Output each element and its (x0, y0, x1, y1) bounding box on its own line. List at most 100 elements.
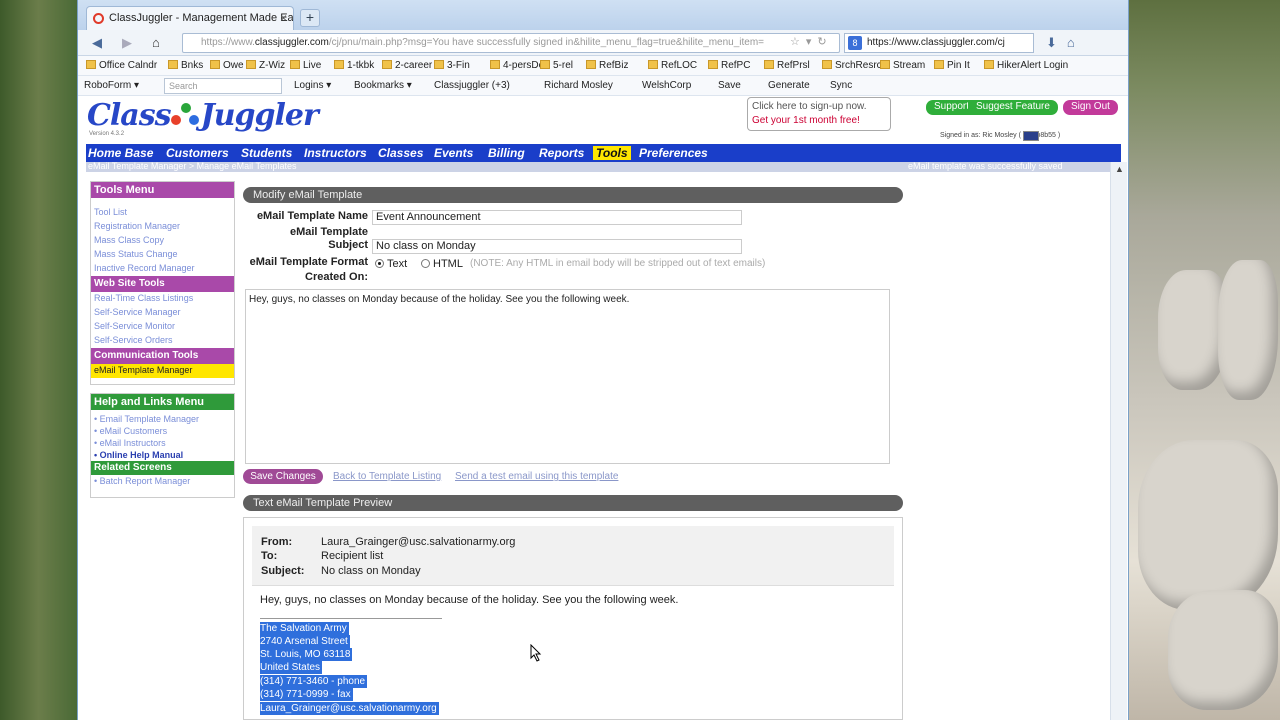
browser-tab[interactable]: ClassJuggler - Management Made Easy × (86, 6, 294, 30)
help-item-email-template-manager[interactable]: • Email Template Manager (91, 413, 234, 425)
signature-line[interactable]: 2740 Arsenal Street (260, 635, 350, 648)
sidebar-item-self-service-orders[interactable]: Self-Service Orders (91, 334, 234, 348)
sidebar-item-email-template-manager[interactable]: eMail Template Manager (91, 364, 234, 378)
sidebar-item-registration-manager[interactable]: Registration Manager (91, 220, 234, 234)
bookmark-item[interactable]: HikerAlert Login (984, 60, 1068, 71)
roboform-button[interactable]: RoboForm ▾ (84, 80, 139, 91)
search-text: https://www.classjuggler.com/cj (867, 37, 1005, 48)
back-to-listing-link[interactable]: Back to Template Listing (333, 471, 441, 482)
sync-button[interactable]: Sync (830, 80, 852, 91)
help-item-online-help-manual[interactable]: • Online Help Manual (91, 449, 234, 461)
menu-reports[interactable]: Reports (539, 146, 584, 160)
new-tab-button[interactable]: + (300, 9, 320, 27)
menu-customers[interactable]: Customers (166, 146, 229, 160)
menu-home-base[interactable]: Home Base (88, 146, 153, 160)
bookmark-label: Stream (893, 60, 926, 71)
signature-line[interactable]: St. Louis, MO 63118 (260, 648, 353, 661)
format-html-option[interactable]: HTML (421, 258, 463, 270)
search-box[interactable]: 8 https://www.classjuggler.com/cj (844, 33, 1034, 53)
menu-tools[interactable]: Tools (593, 146, 631, 160)
download-icon[interactable]: ⬇⌂ (1046, 35, 1085, 51)
scroll-up-icon[interactable]: ▲ (1115, 164, 1124, 174)
radio-selected-icon[interactable] (375, 259, 384, 268)
bookmark-item[interactable]: 2-career (382, 60, 432, 71)
bookmark-item[interactable]: Pin It (934, 60, 970, 71)
bookmark-item[interactable]: Office Calndr (86, 60, 157, 71)
bookmark-item[interactable]: SrchResrch (822, 60, 887, 71)
bookmark-item[interactable]: Z-Wiz (246, 60, 285, 71)
menu-students[interactable]: Students (241, 146, 292, 160)
generate-button[interactable]: Generate (768, 80, 810, 91)
signature-line[interactable]: United States (260, 661, 323, 674)
sidebar-item-class-listings[interactable]: Real-Time Class Listings (91, 292, 234, 306)
menu-preferences[interactable]: Preferences (639, 146, 708, 160)
format-text-option[interactable]: Text (375, 258, 407, 270)
richard-mosley-button[interactable]: Richard Mosley (544, 80, 613, 91)
back-arrow-icon[interactable]: ◀ (92, 35, 102, 51)
bookmark-item[interactable]: 1-tkbk (334, 60, 374, 71)
bookmarks-button[interactable]: Bookmarks ▾ (354, 80, 412, 91)
url-prefix: https://www. (201, 37, 255, 48)
sidebar-item-mass-status-change[interactable]: Mass Status Change (91, 248, 234, 262)
logins-button[interactable]: Logins ▾ (294, 80, 331, 91)
bookmark-item[interactable]: RefPrsl (764, 60, 810, 71)
home-page-icon[interactable]: ⌂ (152, 35, 160, 50)
bookmark-item[interactable]: RefBiz (586, 60, 628, 71)
folder-icon (490, 60, 500, 69)
sidebar-item-mass-class-copy[interactable]: Mass Class Copy (91, 234, 234, 248)
send-test-email-link[interactable]: Send a test email using this template (455, 471, 618, 482)
sign-out-button[interactable]: Sign Out (1063, 100, 1118, 115)
classjuggler-logo[interactable]: Class Juggler Version 4.3.2 (87, 98, 319, 137)
close-tab-icon[interactable]: × (280, 11, 287, 25)
bookmark-label: Live (303, 60, 322, 71)
format-text-label: Text (387, 258, 408, 270)
radio-unselected-icon[interactable] (421, 259, 430, 268)
menu-classes[interactable]: Classes (378, 146, 423, 160)
bookmark-item[interactable]: Live (290, 60, 321, 71)
folder-icon (648, 60, 658, 69)
bookmark-item[interactable]: Bnks (168, 60, 203, 71)
page-scrollbar[interactable]: ▲ (1110, 162, 1127, 720)
bookmark-item[interactable]: 5-rel (540, 60, 573, 71)
subject-input[interactable]: No class on Monday (372, 239, 742, 254)
help-item-email-instructors[interactable]: • eMail Instructors (91, 437, 234, 449)
sidebar-item-self-service-monitor[interactable]: Self-Service Monitor (91, 320, 234, 334)
sidebar-item-self-service-manager[interactable]: Self-Service Manager (91, 306, 234, 320)
promo-line-1: Click here to sign-up now. (752, 101, 867, 112)
save-changes-button[interactable]: Save Changes (243, 469, 323, 484)
menu-instructors[interactable]: Instructors (304, 146, 367, 160)
to-value: Recipient list (321, 550, 384, 562)
logo-text-class: Class (87, 98, 171, 133)
from-label: From: (261, 536, 293, 548)
bookmark-item[interactable]: RefLOC (648, 60, 697, 71)
help-item-email-customers[interactable]: • eMail Customers (91, 425, 234, 437)
signup-promo[interactable]: Click here to sign-up now. Get your 1st … (747, 97, 891, 131)
signature-line[interactable]: (314) 771-0999 - fax (260, 688, 353, 701)
bookmark-item[interactable]: RefPC (708, 60, 750, 71)
folder-icon (586, 60, 596, 69)
forward-arrow-icon[interactable]: ▶ (122, 35, 132, 51)
sidebar-item-tool-list[interactable]: Tool List (91, 206, 234, 220)
menu-billing[interactable]: Billing (488, 146, 525, 160)
classjuggler-button[interactable]: Classjuggler (+3) (434, 80, 510, 91)
signature-line[interactable]: The Salvation Army (260, 622, 349, 635)
welshcorp-button[interactable]: WelshCorp (642, 80, 691, 91)
url-bar[interactable]: https://www.classjuggler.com/cj/pnu/main… (182, 33, 840, 53)
bookmark-label: Z-Wiz (259, 60, 286, 71)
template-name-input[interactable]: Event Announcement (372, 210, 742, 225)
related-item-batch-report-manager[interactable]: • Batch Report Manager (91, 475, 234, 489)
bookmark-item[interactable]: Stream (880, 60, 925, 71)
signature-line[interactable]: Laura_Grainger@usc.salvationarmy.org (260, 702, 439, 715)
suggest-feature-button[interactable]: Suggest Feature (968, 100, 1058, 115)
bookmark-item[interactable]: 3-Fin (434, 60, 470, 71)
menu-events[interactable]: Events (434, 146, 473, 160)
rock (1138, 440, 1278, 610)
signature-line[interactable]: (314) 771-3460 - phone (260, 675, 368, 688)
bookmark-star-icon[interactable]: ☆▾↻ (790, 35, 833, 48)
bookmark-label: HikerAlert Login (997, 60, 1069, 71)
toolbar-search-input[interactable]: Search (164, 78, 282, 94)
email-body-textarea[interactable]: Hey, guys, no classes on Monday because … (245, 289, 890, 464)
bookmark-item[interactable]: Owe (210, 60, 244, 71)
sidebar-item-inactive-record-manager[interactable]: Inactive Record Manager (91, 262, 234, 276)
save-button[interactable]: Save (718, 80, 741, 91)
